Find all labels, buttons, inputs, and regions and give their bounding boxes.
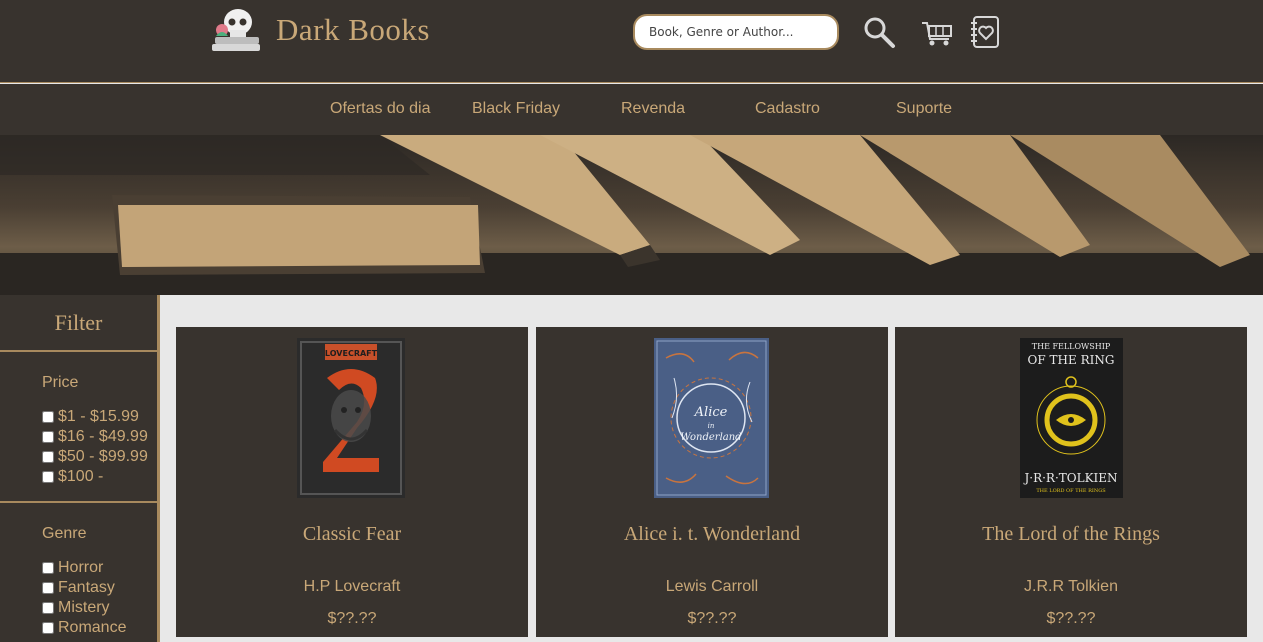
filter-divider	[0, 501, 157, 503]
svg-text:Wonderland: Wonderland	[680, 432, 741, 443]
genre-option[interactable]: Romance	[42, 618, 157, 638]
search-input[interactable]	[635, 16, 837, 48]
product-title[interactable]: Classic Fear	[176, 523, 528, 546]
product-price: $??.??	[1046, 610, 1096, 627]
price-checkbox[interactable]	[42, 471, 54, 483]
book-cover-alice[interactable]: Alice in Wonderland	[654, 338, 769, 498]
skull-books-logo-icon	[210, 6, 262, 54]
price-filter-group: Price $1 - $15.99 $16 - $49.99 $50 - $99…	[0, 374, 157, 487]
product-price: $??.??	[687, 610, 737, 627]
svg-text:THE FELLOWSHIP: THE FELLOWSHIP	[1032, 342, 1111, 351]
price-checkbox[interactable]	[42, 431, 54, 443]
genre-checkbox[interactable]	[42, 562, 54, 574]
svg-text:J·R·R·TOLKIEN: J·R·R·TOLKIEN	[1022, 471, 1117, 485]
genre-checkbox[interactable]	[42, 582, 54, 594]
svg-text:in: in	[708, 422, 715, 430]
product-author: J.R.R Tolkien	[1024, 578, 1118, 595]
nav-revenda[interactable]: Revenda	[621, 100, 685, 118]
filter-title: Filter	[0, 295, 157, 352]
genre-option[interactable]: Mistery	[42, 598, 157, 618]
nav-ofertas-do-dia[interactable]: Ofertas do dia	[330, 100, 431, 118]
price-label: Price	[42, 374, 79, 391]
site-header: Dark Books	[0, 0, 1263, 83]
cart-icon[interactable]	[920, 15, 954, 49]
main-nav: Ofertas do dia Black Friday Revenda Cada…	[0, 84, 1263, 135]
price-checkbox[interactable]	[42, 451, 54, 463]
book-cover-fellowship[interactable]: THE FELLOWSHIP OF THE RING J·R·R·TOLKIEN…	[1020, 338, 1123, 498]
product-author: Lewis Carroll	[665, 578, 759, 595]
product-card[interactable]: LOVECRAFT Classic Fear H.P Lovecraft $??…	[176, 327, 528, 637]
svg-text:OF THE RING: OF THE RING	[1028, 353, 1115, 367]
magnifier-icon[interactable]	[862, 15, 896, 49]
product-title[interactable]: The Lord of the Rings	[895, 523, 1247, 546]
svg-text:THE LORD OF THE RINGS: THE LORD OF THE RINGS	[1036, 488, 1106, 494]
logo-link[interactable]: Dark Books	[210, 6, 430, 54]
price-checkbox[interactable]	[42, 411, 54, 423]
price-option[interactable]: $100 -	[42, 467, 157, 487]
brand-title: Dark Books	[276, 12, 430, 47]
book-cover-lovecraft[interactable]: LOVECRAFT	[297, 338, 405, 498]
product-price: $??.??	[327, 610, 377, 627]
books-banner-image	[0, 135, 1263, 295]
filter-sidebar: Filter Price $1 - $15.99 $16 - $49.99 $5…	[0, 295, 160, 642]
genre-option[interactable]: Fantasy	[42, 578, 157, 598]
nav-black-friday[interactable]: Black Friday	[472, 100, 560, 118]
genre-checkbox[interactable]	[42, 622, 54, 634]
price-option[interactable]: $50 - $99.99	[42, 447, 157, 467]
genre-filter-group: Genre Horror Fantasy Mistery Romance	[0, 525, 157, 638]
genre-label: Genre	[42, 525, 87, 542]
svg-text:LOVECRAFT: LOVECRAFT	[325, 349, 378, 358]
search-box	[633, 14, 839, 50]
nav-suporte[interactable]: Suporte	[896, 100, 952, 118]
genre-checkbox[interactable]	[42, 602, 54, 614]
product-card[interactable]: THE FELLOWSHIP OF THE RING J·R·R·TOLKIEN…	[895, 327, 1247, 637]
product-author: H.P Lovecraft	[303, 578, 401, 595]
nav-cadastro[interactable]: Cadastro	[755, 100, 820, 118]
genre-option[interactable]: Horror	[42, 558, 157, 578]
price-option[interactable]: $16 - $49.99	[42, 427, 157, 447]
svg-text:Alice: Alice	[694, 405, 728, 420]
notebook-heart-icon[interactable]	[968, 15, 1002, 49]
product-title[interactable]: Alice i. t. Wonderland	[536, 523, 888, 546]
product-card[interactable]: Alice in Wonderland Alice i. t. Wonderla…	[536, 327, 888, 637]
price-option[interactable]: $1 - $15.99	[42, 407, 157, 427]
